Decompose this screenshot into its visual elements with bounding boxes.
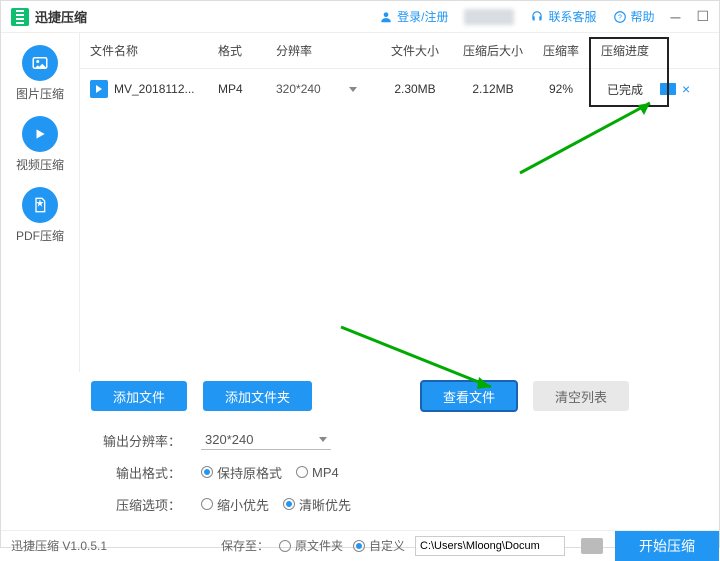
radio-label: 清晰优先	[299, 495, 351, 514]
help-label: 帮助	[631, 8, 655, 25]
user-icon	[379, 10, 393, 24]
image-icon	[22, 45, 58, 81]
cell-name: MV_2018112...	[114, 82, 195, 96]
resolution-select[interactable]: 320*240	[276, 82, 357, 96]
add-file-label: 添加文件	[113, 387, 165, 406]
add-file-button[interactable]: 添加文件	[91, 381, 187, 411]
th-after: 压缩后大小	[454, 42, 532, 59]
compress-opt-label: 压缩选项：	[101, 495, 181, 514]
contact-link[interactable]: 联系客服	[530, 8, 596, 25]
cell-progress: 已完成	[590, 81, 660, 98]
th-progress: 压缩进度	[590, 42, 660, 59]
svg-text:?: ?	[618, 14, 622, 21]
radio-label: 缩小优先	[217, 495, 269, 514]
pdf-icon	[22, 187, 58, 223]
th-rate: 压缩率	[532, 42, 590, 59]
video-icon	[22, 116, 58, 152]
sidebar-item-label: 视频压缩	[16, 156, 64, 173]
action-buttons: 添加文件 添加文件夹 查看文件 清空列表	[1, 372, 719, 420]
login-label: 登录/注册	[397, 8, 448, 25]
sidebar-item-label: PDF压缩	[16, 227, 64, 244]
maximize-button[interactable]: ☐	[696, 8, 709, 25]
radio-same-folder[interactable]: 原文件夹	[279, 537, 343, 554]
start-compress-button[interactable]: 开始压缩	[615, 531, 719, 561]
sidebar-item-pdf[interactable]: PDF压缩	[16, 187, 64, 244]
cell-after: 2.12MB	[454, 82, 532, 96]
cell-rate: 92%	[532, 82, 590, 96]
titlebar: 迅捷压缩 登录/注册 联系客服 ? 帮助 ─ ☐	[1, 1, 719, 33]
minimize-button[interactable]: ─	[671, 9, 681, 25]
cell-format: MP4	[218, 82, 276, 96]
out-res-select[interactable]: 320*240	[201, 430, 331, 450]
app-logo-icon	[11, 8, 29, 26]
radio-label: 自定义	[369, 537, 405, 554]
table-header: 文件名称 格式 分辨率 文件大小 压缩后大小 压缩率 压缩进度	[80, 33, 719, 69]
out-res-value: 320*240	[205, 432, 253, 447]
help-link[interactable]: ? 帮助	[613, 8, 655, 25]
out-res-label: 输出分辨率：	[101, 431, 181, 450]
clear-list-label: 清空列表	[555, 387, 607, 406]
remove-row-icon[interactable]: ×	[682, 81, 690, 97]
cell-size: 2.30MB	[376, 82, 454, 96]
start-label: 开始压缩	[639, 536, 695, 556]
video-file-icon	[90, 80, 108, 98]
table-row[interactable]: MV_2018112... MP4 320*240 2.30MB 2.12MB …	[80, 69, 719, 109]
help-icon: ?	[613, 10, 627, 24]
version-label: 迅捷压缩 V1.0.5.1	[11, 537, 107, 554]
contact-label: 联系客服	[548, 8, 596, 25]
radio-custom-path[interactable]: 自定义	[353, 537, 405, 554]
th-resolution: 分辨率	[276, 42, 376, 59]
radio-mp4[interactable]: MP4	[296, 465, 339, 480]
open-folder-icon[interactable]	[660, 83, 676, 95]
saveto-label: 保存至：	[221, 537, 269, 554]
radio-small-first[interactable]: 缩小优先	[201, 495, 269, 514]
chevron-down-icon	[319, 437, 327, 442]
view-file-button[interactable]: 查看文件	[421, 381, 517, 411]
clear-list-button[interactable]: 清空列表	[533, 381, 629, 411]
status-bar: 迅捷压缩 V1.0.5.1 保存至： 原文件夹 自定义 开始压缩	[1, 530, 719, 560]
radio-label: MP4	[312, 465, 339, 480]
blurred-area	[464, 9, 514, 25]
sidebar: 图片压缩 视频压缩 PDF压缩	[1, 33, 79, 372]
options-panel: 输出分辨率： 320*240 输出格式： 保持原格式 MP4 压缩选项： 缩小优…	[1, 420, 719, 530]
cell-resolution: 320*240	[276, 82, 321, 96]
radio-keep-format[interactable]: 保持原格式	[201, 463, 282, 482]
sidebar-item-label: 图片压缩	[16, 85, 64, 102]
out-fmt-label: 输出格式：	[101, 463, 181, 482]
view-file-label: 查看文件	[443, 387, 495, 406]
th-name: 文件名称	[90, 42, 218, 59]
th-format: 格式	[218, 42, 276, 59]
radio-clear-first[interactable]: 清晰优先	[283, 495, 351, 514]
app-title: 迅捷压缩	[35, 7, 87, 26]
radio-label: 原文件夹	[295, 537, 343, 554]
browse-folder-icon[interactable]	[581, 538, 603, 554]
radio-label: 保持原格式	[217, 463, 282, 482]
file-table: 文件名称 格式 分辨率 文件大小 压缩后大小 压缩率 压缩进度 MV_20181…	[79, 33, 719, 372]
sidebar-item-video[interactable]: 视频压缩	[16, 116, 64, 173]
add-folder-button[interactable]: 添加文件夹	[203, 381, 312, 411]
add-folder-label: 添加文件夹	[225, 387, 290, 406]
login-link[interactable]: 登录/注册	[379, 8, 448, 25]
sidebar-item-image[interactable]: 图片压缩	[16, 45, 64, 102]
path-input[interactable]	[415, 536, 565, 556]
chevron-down-icon	[349, 87, 357, 92]
headset-icon	[530, 10, 544, 24]
th-size: 文件大小	[376, 42, 454, 59]
